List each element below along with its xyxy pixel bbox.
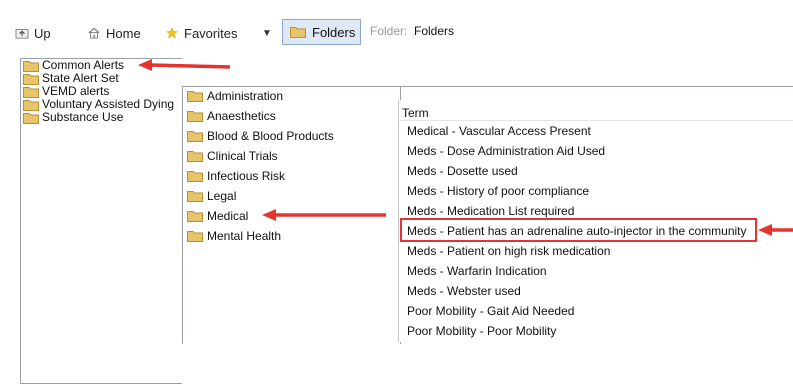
term-label: Meds - Webster used xyxy=(407,284,521,298)
folder-icon xyxy=(23,99,39,111)
folder-icon xyxy=(187,191,203,202)
term-column-header[interactable]: Term xyxy=(402,106,429,120)
folder-tree-pane[interactable]: Common Alerts State Alert Set VEMD alert… xyxy=(20,58,182,384)
folder-icon xyxy=(187,111,203,122)
favorites-label: Favorites xyxy=(184,25,238,41)
category-item-administration[interactable]: Administration xyxy=(187,87,283,105)
category-item-legal[interactable]: Legal xyxy=(187,187,236,205)
term-label: Meds - Patient on high risk medication xyxy=(407,244,611,258)
folder-icon xyxy=(187,131,203,142)
tree-item-label: Substance Use xyxy=(42,110,124,124)
term-label: Meds - Warfarin Indication xyxy=(407,264,547,278)
folders-button[interactable]: Folders xyxy=(282,19,361,45)
term-row[interactable]: Meds - Warfarin Indication xyxy=(407,262,547,280)
term-row[interactable]: Meds - Dosette used xyxy=(407,162,518,180)
category-item-label: Mental Health xyxy=(207,229,282,243)
up-label: Up xyxy=(34,25,51,41)
term-label: Poor Mobility - Gait Aid Needed xyxy=(407,304,575,318)
annotation-arrow-medical xyxy=(262,209,386,221)
category-item-clinical-trials[interactable]: Clinical Trials xyxy=(187,147,278,165)
home-button[interactable]: Home xyxy=(86,22,141,44)
folder-caption: Folder: xyxy=(370,24,408,38)
term-label: Poor Mobility - Poor Mobility xyxy=(407,324,557,338)
toolbar: Up Home Favorites ▼ Folders Folder: Fold… xyxy=(0,0,793,50)
annotation-arrow-common-alerts xyxy=(138,59,231,71)
term-row[interactable]: Meds - Patient on high risk medication xyxy=(407,242,610,260)
category-item-label: Administration xyxy=(207,89,284,103)
home-icon xyxy=(88,27,100,39)
star-icon xyxy=(165,27,179,39)
term-row[interactable]: Poor Mobility - Poor Mobility xyxy=(407,322,556,340)
term-row-adrenaline[interactable]: Meds - Patient has an adrenaline auto-in… xyxy=(407,222,747,240)
annotation-arrow-term xyxy=(758,224,793,236)
term-row[interactable]: Poor Mobility - Gait Aid Needed xyxy=(407,302,574,320)
category-item-label: Blood & Blood Products xyxy=(207,129,334,143)
term-label: Meds - Medication List required xyxy=(407,204,575,218)
current-folder: Folders xyxy=(414,24,455,38)
term-label: Meds - History of poor compliance xyxy=(407,184,590,198)
tree-item-substance-use[interactable]: Substance Use xyxy=(21,111,123,124)
folder-icon xyxy=(290,27,306,38)
pane-divider xyxy=(400,86,793,87)
term-label: Meds - Patient has an adrenaline auto-in… xyxy=(407,224,747,238)
term-row[interactable]: Meds - Medication List required xyxy=(407,202,574,220)
category-item-medical[interactable]: Medical xyxy=(187,207,248,225)
folder-icon xyxy=(23,86,39,98)
home-label: Home xyxy=(106,25,141,41)
term-row[interactable]: Meds - History of poor compliance xyxy=(407,182,589,200)
folder-icon xyxy=(187,151,203,162)
category-item-label: Infectious Risk xyxy=(207,169,286,183)
category-item-blood-products[interactable]: Blood & Blood Products xyxy=(187,127,334,145)
term-row[interactable]: Medical - Vascular Access Present xyxy=(407,122,591,140)
category-item-anaesthetics[interactable]: Anaesthetics xyxy=(187,107,276,125)
category-item-mental-health[interactable]: Mental Health xyxy=(187,227,281,245)
category-item-label: Medical xyxy=(207,209,249,223)
folder-icon xyxy=(23,73,39,85)
folder-icon xyxy=(187,231,203,242)
folders-label: Folders xyxy=(312,24,356,40)
term-list-pane[interactable]: Term Medical - Vascular Access Present M… xyxy=(398,100,793,342)
category-item-label: Anaesthetics xyxy=(207,109,276,123)
term-row[interactable]: Meds - Webster used xyxy=(407,282,521,300)
category-item-label: Clinical Trials xyxy=(207,149,278,163)
chevron-down-icon: ▼ xyxy=(262,27,272,39)
favorites-dropdown[interactable]: ▼ xyxy=(262,22,272,44)
term-label: Medical - Vascular Access Present xyxy=(407,124,591,138)
category-item-label: Legal xyxy=(207,189,237,203)
up-button[interactable]: Up xyxy=(14,22,51,44)
up-folder-icon xyxy=(15,29,29,39)
folder-icon xyxy=(23,112,39,124)
folder-icon xyxy=(23,60,39,72)
header-separator xyxy=(399,120,793,121)
folder-icon xyxy=(187,211,203,222)
term-row[interactable]: Meds - Dose Administration Aid Used xyxy=(407,142,605,160)
category-item-infectious-risk[interactable]: Infectious Risk xyxy=(187,167,285,185)
favorites-button[interactable]: Favorites xyxy=(164,22,237,44)
term-label: Meds - Dose Administration Aid Used xyxy=(407,144,606,158)
term-label: Meds - Dosette used xyxy=(407,164,518,178)
folder-icon xyxy=(187,91,203,102)
folder-icon xyxy=(187,171,203,182)
